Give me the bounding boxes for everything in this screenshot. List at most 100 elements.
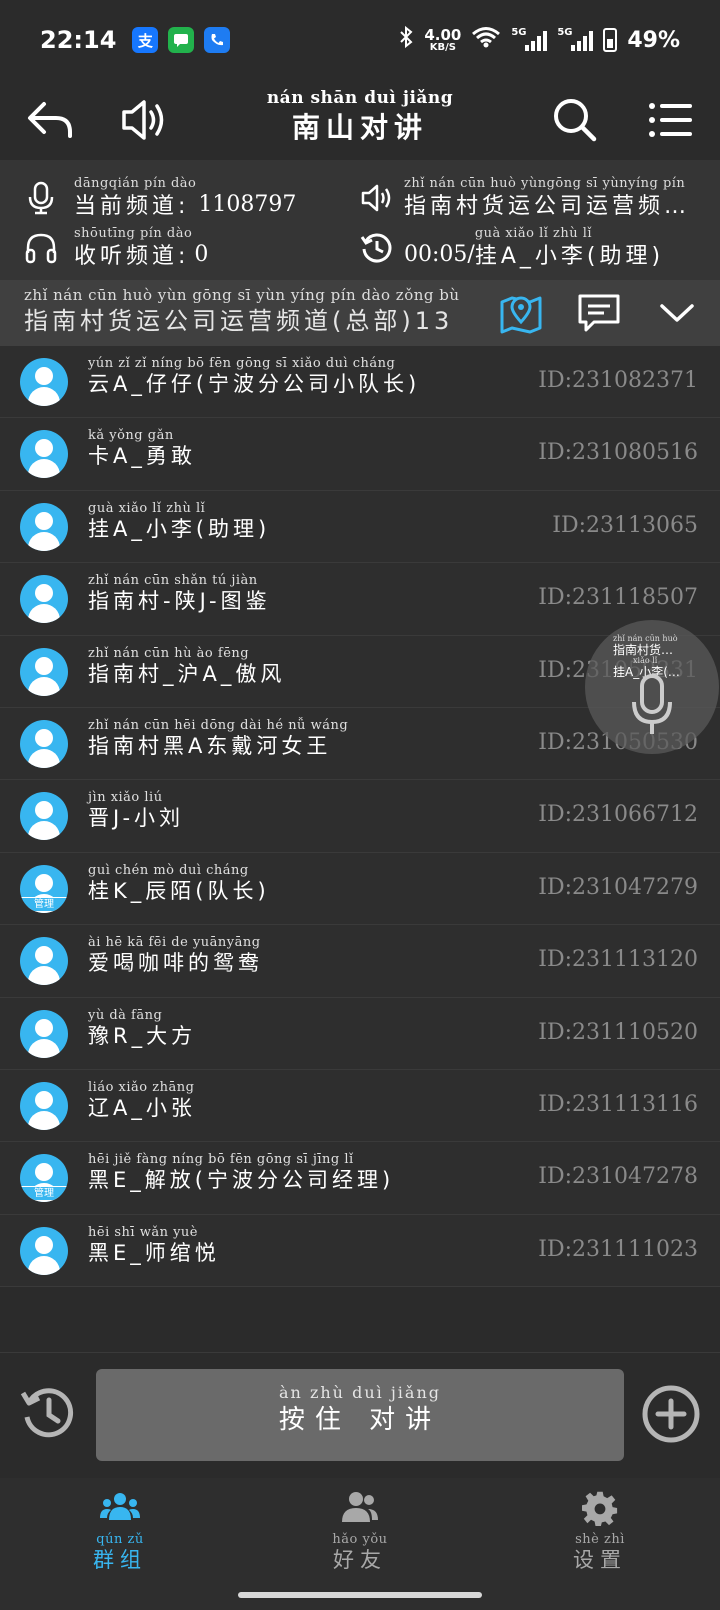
bluetooth-icon xyxy=(398,25,414,55)
phone-icon xyxy=(204,27,231,53)
page-title: nán shān duì jiǎng 南山对讲 xyxy=(266,88,454,144)
member-row[interactable]: yù dà fāng 豫R_大方 ID:231110520 xyxy=(0,997,720,1070)
admin-badge: 管理 xyxy=(20,896,68,911)
avatar xyxy=(20,719,68,768)
add-icon[interactable] xyxy=(640,1383,702,1445)
battery-icon xyxy=(603,28,618,52)
headphones-icon xyxy=(25,233,57,264)
member-name: yún zǐ zǐ níng bō fēn gōng sī xiǎo duì c… xyxy=(88,356,421,396)
channel-info-panel: dāngqián pín dào 当前频道: 1108797 shōutīng … xyxy=(0,160,720,280)
floating-mic-button[interactable]: zhǐ nán cūn huò 指南村货… xiǎo lǐ 挂A_小李(… xyxy=(585,620,719,754)
history-icon[interactable] xyxy=(18,1383,80,1445)
avatar xyxy=(20,358,68,406)
status-app-icons: 支 xyxy=(132,27,231,53)
member-row[interactable]: zhǐ nán cūn shǎn tú jiàn 指南村-陕J-图鉴 ID:23… xyxy=(0,563,720,636)
chevron-down-icon[interactable] xyxy=(652,288,702,338)
gear-icon xyxy=(582,1491,618,1526)
last-talk-time: 00:05/ xyxy=(404,241,475,267)
member-row[interactable]: hēi shī wǎn yuè 黑E_师绾悦 ID:231111023 xyxy=(0,1214,720,1288)
microphone-icon xyxy=(632,674,672,734)
member-row[interactable]: jìn xiǎo liú 晋J-小刘 ID:231066712 xyxy=(0,780,720,853)
member-name: zhǐ nán cūn hēi dōng dài hé nǚ wáng 指南村黑… xyxy=(88,717,349,758)
member-row[interactable]: liáo xiǎo zhāng 辽A_小张 ID:231113116 xyxy=(0,1069,720,1143)
search-icon[interactable] xyxy=(548,92,604,148)
member-list: yún zǐ zǐ níng bō fēn gōng sī xiǎo duì c… xyxy=(0,346,720,1288)
avatar: 管理 xyxy=(20,1154,68,1203)
member-name: liáo xiǎo zhāng 辽A_小张 xyxy=(88,1079,196,1120)
title-bar: nán shān duì jiǎng 南山对讲 xyxy=(0,80,720,160)
member-row[interactable]: yún zǐ zǐ níng bō fēn gōng sī xiǎo duì c… xyxy=(0,346,720,419)
push-to-talk-button[interactable]: àn zhù duì jiǎng 按住 对讲 xyxy=(96,1369,624,1461)
avatar xyxy=(20,1226,68,1275)
avatar xyxy=(20,647,68,696)
member-id: ID:231118507 xyxy=(538,585,698,611)
last-talk-info: 00:05/ guà xiǎo lǐ zhù lǐ 挂A_小李(助理) xyxy=(360,226,664,270)
member-id: ID:231113116 xyxy=(538,1091,698,1117)
home-indicator xyxy=(238,1592,482,1598)
avatar xyxy=(20,1081,68,1130)
member-id: ID:231082371 xyxy=(538,368,698,393)
member-name: jìn xiǎo liú 晋J-小刘 xyxy=(88,790,185,831)
member-name: guà xiǎo lǐ zhù lǐ 挂A_小李(助理) xyxy=(88,500,271,541)
avatar xyxy=(20,502,68,551)
avatar xyxy=(20,575,68,624)
member-name: guì chén mò duì cháng 桂K_辰陌(队长) xyxy=(88,862,270,903)
talk-bar: àn zhù duì jiǎng 按住 对讲 xyxy=(0,1352,720,1478)
nav-settings[interactable]: shè zhì 设置 xyxy=(520,1490,680,1574)
status-time: 22:14 xyxy=(40,26,117,54)
current-channel-value: 1108797 xyxy=(198,191,297,217)
alipay-icon: 支 xyxy=(132,27,159,53)
member-name: hēi jiě fàng níng bō fēn gōng sī jīng lǐ… xyxy=(88,1152,395,1193)
map-location-icon[interactable] xyxy=(496,288,546,338)
member-id: ID:23113065 xyxy=(552,512,698,538)
speaker-channel-info: zhǐ nán cūn huò yùngōng sī yùnyíng pín 指… xyxy=(360,176,704,220)
member-name: zhǐ nán cūn hù ào fēng 指南村_沪A_傲风 xyxy=(88,645,286,686)
avatar xyxy=(20,1009,68,1058)
member-row[interactable]: 管理 hēi jiě fàng níng bō fēn gōng sī jīng… xyxy=(0,1142,720,1215)
member-id: ID:231110520 xyxy=(538,1019,698,1045)
wifi-icon xyxy=(471,26,501,54)
member-id: ID:231047278 xyxy=(538,1164,698,1190)
current-channel-info: dāngqián pín dào 当前频道: 1108797 xyxy=(24,176,296,220)
friends-icon xyxy=(342,1492,378,1522)
battery-percent: 49% xyxy=(627,27,680,53)
avatar xyxy=(20,792,68,841)
microphone-icon xyxy=(28,181,54,215)
groups-icon xyxy=(100,1493,140,1520)
member-name: kǎ yǒng gǎn 卡A_勇敢 xyxy=(88,428,196,469)
back-icon[interactable] xyxy=(22,92,78,148)
nav-friends[interactable]: hǎo yǒu 好友 xyxy=(280,1490,440,1574)
member-id: ID:231080516 xyxy=(538,440,698,466)
member-name: yù dà fāng 豫R_大方 xyxy=(88,1007,197,1048)
member-id: ID:231111023 xyxy=(538,1236,698,1262)
channel-header[interactable]: zhǐ nán cūn huò yùn gōng sī yùn yíng pín… xyxy=(0,280,720,346)
speaker-icon[interactable] xyxy=(116,92,172,148)
message-icon xyxy=(168,27,195,53)
listen-channel-value: 0 xyxy=(194,241,209,267)
avatar xyxy=(20,430,68,479)
volume-icon xyxy=(361,184,391,212)
listen-channel-info: shōutīng pín dào 收听频道: 0 xyxy=(24,226,208,270)
bottom-nav: qún zǔ 群组 hǎo yǒu 好友 shè zhì 设置 xyxy=(0,1478,720,1610)
member-name: hēi shī wǎn yuè 黑E_师绾悦 xyxy=(88,1224,220,1265)
nav-groups[interactable]: qún zǔ 群组 xyxy=(40,1490,200,1574)
member-row[interactable]: 管理 guì chén mò duì cháng 桂K_辰陌(队长) ID:23… xyxy=(0,852,720,926)
admin-badge: 管理 xyxy=(20,1186,68,1201)
history-icon xyxy=(360,233,392,263)
menu-icon[interactable] xyxy=(644,92,700,148)
member-row[interactable]: guà xiǎo lǐ zhù lǐ 挂A_小李(助理) ID:23113065 xyxy=(0,490,720,564)
avatar: 管理 xyxy=(20,864,68,913)
message-icon[interactable] xyxy=(574,288,624,338)
member-name: ài hē kā fēi de yuānyāng 爱喝咖啡的鸳鸯 xyxy=(88,935,263,976)
signal-icon-sim2: 5G xyxy=(557,27,594,51)
member-name: zhǐ nán cūn shǎn tú jiàn 指南村-陕J-图鉴 xyxy=(88,573,271,614)
channel-name: zhǐ nán cūn huò yùn gōng sī yùn yíng pín… xyxy=(24,286,460,335)
member-id: ID:231113120 xyxy=(538,947,698,973)
member-row[interactable]: kǎ yǒng gǎn 卡A_勇敢 ID:231080516 xyxy=(0,418,720,491)
status-bar: 22:14 支 4.00 KB/S 5G 5G 49% xyxy=(0,0,720,80)
member-row[interactable]: ài hē kā fēi de yuānyāng 爱喝咖啡的鸳鸯 ID:2311… xyxy=(0,925,720,998)
avatar xyxy=(20,937,68,986)
status-right: 4.00 KB/S 5G 5G 49% xyxy=(398,25,680,55)
member-id: ID:231066712 xyxy=(538,802,698,828)
signal-icon-sim1: 5G xyxy=(511,27,548,51)
